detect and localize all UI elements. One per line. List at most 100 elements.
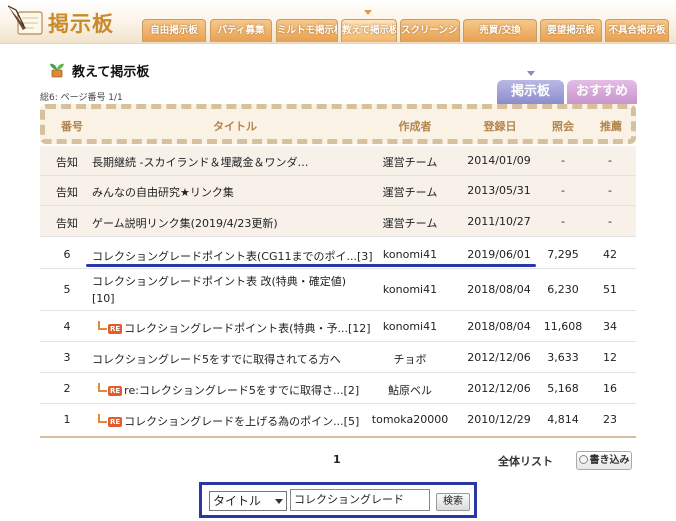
row-title-link[interactable]: re:コレクショングレード5をすでに取得さ...[2] bbox=[124, 384, 359, 397]
row-number: 告知 bbox=[56, 186, 78, 199]
table-header: 番号 タイトル 作成者 登録日 照会 推薦 bbox=[40, 104, 636, 144]
board-title: 教えて掲示板 bbox=[72, 65, 150, 80]
row-views: 5,168 bbox=[547, 382, 579, 395]
row-title-link[interactable]: ゲーム説明リンク集(2019/4/23更新) bbox=[92, 215, 397, 231]
tab-recommended[interactable]: おすすめ bbox=[567, 80, 637, 104]
view-tab-marker bbox=[527, 71, 535, 76]
row-number: 告知 bbox=[56, 217, 78, 230]
reply-arrow-icon bbox=[98, 383, 107, 392]
re-badge: RE bbox=[108, 417, 123, 427]
row-views: - bbox=[561, 154, 565, 167]
search-field-value: タイトル bbox=[213, 494, 262, 508]
row-number: 5 bbox=[63, 283, 71, 296]
row-author[interactable]: tomoka20000 bbox=[360, 413, 460, 426]
tab-free-board[interactable]: 自由掲示板 bbox=[142, 19, 206, 42]
re-badge: RE bbox=[108, 386, 123, 396]
row-author[interactable]: チョボ bbox=[360, 351, 460, 367]
row-recommend: - bbox=[608, 184, 612, 197]
tab-trade[interactable]: 売買/交換 bbox=[463, 19, 537, 42]
row-author[interactable]: 鮎原ベル bbox=[360, 382, 460, 398]
row-title-link[interactable]: コレクショングレードポイント表 改(特典・確定値)[10] bbox=[92, 273, 354, 307]
table-row[interactable]: 5 コレクショングレードポイント表 改(特典・確定値)[10] konomi41… bbox=[40, 269, 636, 311]
write-button-label: 書き込み bbox=[589, 455, 630, 466]
row-title-link[interactable]: コレクショングレードを上げる為のポイン...[5] bbox=[124, 415, 359, 428]
row-number: 3 bbox=[63, 351, 71, 364]
notice-row[interactable]: 告知 長期継続 -スカイランド＆埋蔵金＆ワンダ… 運営チーム 2014/01/0… bbox=[40, 146, 636, 176]
notice-row[interactable]: 告知 みんなの自由研究★リンク集 運営チーム 2013/05/31 - - bbox=[40, 176, 636, 206]
row-author[interactable]: 運営チーム bbox=[360, 184, 460, 200]
row-date: 2018/08/04 bbox=[467, 320, 531, 333]
col-views: 照会 bbox=[552, 120, 574, 133]
row-title-link[interactable]: みんなの自由研究★リンク集 bbox=[92, 184, 397, 200]
row-recommend: - bbox=[608, 154, 612, 167]
write-icon bbox=[578, 455, 588, 464]
re-badge: RE bbox=[108, 324, 123, 334]
row-title-link[interactable]: コレクショングレードポイント表(特典・予...[12] bbox=[124, 322, 370, 335]
row-date: 2014/01/09 bbox=[467, 154, 531, 167]
row-title: RE コレクショングレードを上げる為のポイン...[5] bbox=[92, 413, 397, 429]
page-link-current[interactable]: 1 bbox=[333, 453, 341, 466]
row-recommend: 12 bbox=[603, 351, 617, 364]
top-header: 掲示板 自由掲示板 パティ募集 ミルトモ掲示板 教えて掲示板 スクリーンショット… bbox=[0, 0, 676, 44]
col-author: 作成者 bbox=[398, 120, 432, 133]
row-views: 3,633 bbox=[547, 351, 579, 364]
row-views: 7,295 bbox=[547, 248, 579, 261]
reply-arrow-icon bbox=[98, 321, 107, 330]
tab-oshiete-board[interactable]: 教えて掲示板 bbox=[341, 19, 397, 42]
row-title-link[interactable]: コレクショングレードポイント表(CG11までのポイ...[3] bbox=[92, 248, 397, 264]
chevron-down-icon bbox=[275, 499, 283, 504]
row-number: 6 bbox=[63, 248, 71, 261]
brand-title: 掲示板 bbox=[48, 11, 114, 36]
row-date: 2010/12/29 bbox=[467, 413, 531, 426]
row-title: RE re:コレクショングレード5をすでに取得さ...[2] bbox=[92, 382, 397, 398]
row-author[interactable]: konomi41 bbox=[360, 283, 460, 296]
brand[interactable]: 掲示板 bbox=[4, 2, 140, 42]
reply-arrow-icon bbox=[98, 414, 107, 423]
row-recommend: 51 bbox=[603, 283, 617, 296]
page-info: 総6: ページ番号 1/1 bbox=[40, 93, 123, 103]
all-list-link[interactable]: 全体リスト bbox=[498, 453, 553, 469]
row-date: 2012/12/06 bbox=[467, 351, 531, 364]
search-button[interactable]: 検索 bbox=[436, 493, 470, 511]
row-views: - bbox=[561, 184, 565, 197]
row-date: 2012/12/06 bbox=[467, 382, 531, 395]
row-date: 2018/08/04 bbox=[467, 283, 531, 296]
table-row[interactable]: 3 コレクショングレード5をすでに取得されてる方へ チョボ 2012/12/06… bbox=[40, 342, 636, 373]
table-row[interactable]: 4 RE コレクショングレードポイント表(特典・予...[12] konomi41… bbox=[40, 311, 636, 342]
table-row[interactable]: 2 RE re:コレクショングレード5をすでに取得さ...[2] 鮎原ベル 201… bbox=[40, 373, 636, 404]
row-title-link[interactable]: 長期継続 -スカイランド＆埋蔵金＆ワンダ… bbox=[92, 154, 397, 170]
row-date: 2019/06/01 bbox=[467, 248, 531, 261]
row-date: 2013/05/31 bbox=[467, 184, 531, 197]
tab-party-recruit[interactable]: パティ募集 bbox=[210, 19, 272, 42]
col-recommend: 推薦 bbox=[600, 120, 622, 133]
row-views: 4,814 bbox=[547, 413, 579, 426]
row-number: 1 bbox=[63, 413, 71, 426]
row-author[interactable]: 運営チーム bbox=[360, 215, 460, 231]
row-author[interactable]: 運営チーム bbox=[360, 154, 460, 170]
write-post-button[interactable]: 書き込み bbox=[576, 451, 632, 470]
col-title: タイトル bbox=[213, 120, 257, 133]
row-author[interactable]: konomi41 bbox=[360, 320, 460, 333]
quill-scroll-icon bbox=[7, 5, 43, 35]
tab-board-view[interactable]: 掲示板 bbox=[497, 80, 564, 104]
row-author[interactable]: konomi41 bbox=[360, 248, 460, 261]
row-recommend: 42 bbox=[603, 248, 617, 261]
active-tab-marker bbox=[364, 10, 372, 15]
search-input[interactable]: コレクショングレード bbox=[290, 489, 430, 511]
row-title-link[interactable]: コレクショングレード5をすでに取得されてる方へ bbox=[92, 351, 397, 367]
search-form: タイトル コレクショングレード 検索 bbox=[199, 482, 477, 518]
sprout-pot-icon bbox=[50, 63, 64, 78]
notice-row[interactable]: 告知 ゲーム説明リンク集(2019/4/23更新) 運営チーム 2011/10/… bbox=[40, 206, 636, 237]
table-row[interactable]: 1 RE コレクショングレードを上げる為のポイン...[5] tomoka2000… bbox=[40, 404, 636, 435]
search-field-select[interactable]: タイトル bbox=[209, 491, 287, 511]
row-number: 告知 bbox=[56, 156, 78, 169]
tab-request-board[interactable]: 要望掲示板 bbox=[540, 19, 602, 42]
tab-miltomo-board[interactable]: ミルトモ掲示板 bbox=[276, 19, 338, 42]
row-number: 2 bbox=[63, 382, 71, 395]
col-date: 登録日 bbox=[483, 120, 517, 133]
row-number: 4 bbox=[63, 320, 71, 333]
tab-bug-board[interactable]: 不具合掲示板 bbox=[605, 19, 669, 42]
tab-screenshot[interactable]: スクリーンショット bbox=[400, 19, 460, 42]
row-recommend: - bbox=[608, 215, 612, 228]
col-number: 番号 bbox=[61, 120, 83, 133]
